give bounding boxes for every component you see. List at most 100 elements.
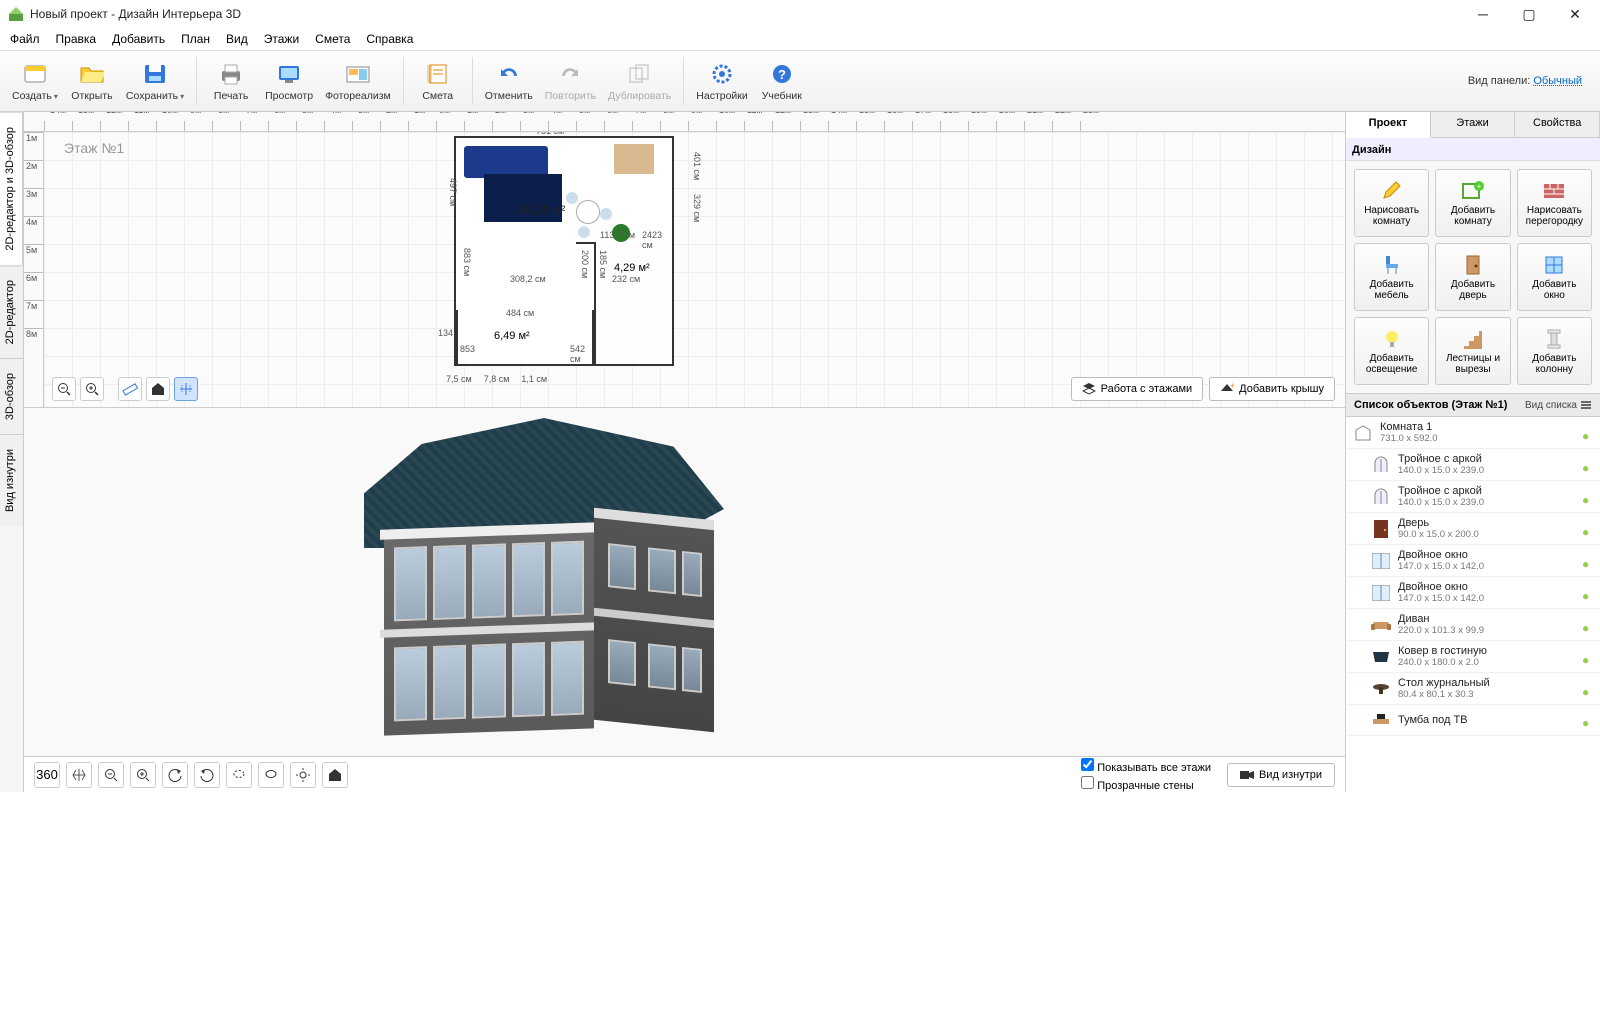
zoom-in-3d-icon[interactable] <box>130 762 156 788</box>
floorplan[interactable]: 38,34 м² 731 см 401 см 329 см 497 см 4,2… <box>454 136 674 366</box>
house-wall-side <box>594 508 714 733</box>
tool-bulb[interactable]: Добавитьосвещение <box>1354 317 1429 385</box>
save-button[interactable]: Сохранить▾ <box>120 53 190 109</box>
dim-left: 497 см <box>448 178 458 206</box>
preview-button[interactable]: Просмотр <box>259 53 319 109</box>
rotate-ccw-icon[interactable] <box>162 762 188 788</box>
visibility-icon[interactable]: ● <box>1582 621 1594 629</box>
window-title: Новый проект - Дизайн Интерьера 3D <box>30 7 1460 21</box>
photoreal-button[interactable]: Фотореализм <box>319 53 397 109</box>
tutorial-button[interactable]: ?Учебник <box>754 53 810 109</box>
menu-add[interactable]: Добавить <box>106 30 171 48</box>
side-tab-inside[interactable]: Вид изнутри <box>0 434 23 526</box>
home-3d-icon[interactable] <box>322 762 348 788</box>
object-item[interactable]: Ковер в гостиную240.0 x 180.0 x 2.0● <box>1346 641 1600 673</box>
canvas-2d[interactable]: 1м2м3м4м5м6м7м8м Этаж №1 38,34 м² 731 см… <box>24 132 1345 408</box>
object-item[interactable]: Двойное окно147.0 x 15.0 x 142.0● <box>1346 545 1600 577</box>
tool-window[interactable]: Добавитьокно <box>1517 243 1592 311</box>
object-list[interactable]: Комната 1731.0 x 592.0●Тройное с аркой14… <box>1346 417 1600 792</box>
ruler-vertical: 1м2м3м4м5м6м7м8м <box>24 132 44 407</box>
minimize-button[interactable]: ─ <box>1460 0 1506 28</box>
snap-icon[interactable] <box>174 377 198 401</box>
visibility-icon[interactable]: ● <box>1582 716 1594 724</box>
tool-column[interactable]: Добавитьколонну <box>1517 317 1592 385</box>
tool-add-room[interactable]: +Добавитькомнату <box>1435 169 1510 237</box>
tool-chair[interactable]: Добавитьмебель <box>1354 243 1429 311</box>
visibility-icon[interactable]: ● <box>1582 525 1594 533</box>
print-icon <box>215 60 247 88</box>
lasso2-icon[interactable] <box>258 762 284 788</box>
tool-pencil[interactable]: Нарисоватькомнату <box>1354 169 1429 237</box>
rotate-cw-icon[interactable] <box>194 762 220 788</box>
close-button[interactable]: ✕ <box>1552 0 1598 28</box>
fp-side-table[interactable] <box>614 144 654 174</box>
dim-right-top: 401 см <box>692 152 702 180</box>
panel-mode-link[interactable]: Обычный <box>1533 75 1582 87</box>
visibility-icon[interactable]: ● <box>1582 493 1594 501</box>
menu-estimate[interactable]: Смета <box>309 30 356 48</box>
object-item[interactable]: Диван220.0 x 101.3 x 99.9● <box>1346 609 1600 641</box>
ruler-icon[interactable] <box>118 377 142 401</box>
object-item[interactable]: Тумба под ТВ● <box>1346 705 1600 736</box>
visibility-icon[interactable]: ● <box>1582 685 1594 693</box>
side-tab-2d[interactable]: 2D-редактор <box>0 265 23 358</box>
object-item[interactable]: Двойное окно147.0 x 15.0 x 142.0● <box>1346 577 1600 609</box>
menu-floors[interactable]: Этажи <box>258 30 305 48</box>
view-list-toggle[interactable]: Вид списка <box>1525 399 1592 411</box>
visibility-icon[interactable]: ● <box>1582 557 1594 565</box>
pan-icon[interactable] <box>66 762 92 788</box>
estimate-button[interactable]: Смета <box>410 53 466 109</box>
sun-icon[interactable] <box>290 762 316 788</box>
transparent-walls-checkbox[interactable]: Прозрачные стены <box>1081 776 1211 792</box>
visibility-icon[interactable]: ● <box>1582 429 1594 437</box>
visibility-icon[interactable]: ● <box>1582 461 1594 469</box>
tab-properties[interactable]: Свойства <box>1515 112 1600 137</box>
visibility-icon[interactable]: ● <box>1582 589 1594 597</box>
zoom-out-3d-icon[interactable] <box>98 762 124 788</box>
work-with-floors-button[interactable]: Работа с этажами <box>1071 377 1204 401</box>
settings-button[interactable]: Настройки <box>690 53 754 109</box>
undo-button[interactable]: Отменить <box>479 53 539 109</box>
menu-file[interactable]: Файл <box>4 30 46 48</box>
open-button[interactable]: Открыть <box>64 53 120 109</box>
visibility-icon[interactable]: ● <box>1582 653 1594 661</box>
tool-wall[interactable]: Нарисоватьперегородку <box>1517 169 1592 237</box>
door-brown-icon <box>1370 518 1392 540</box>
object-item[interactable]: Тройное с аркой140.0 x 15.0 x 239.0● <box>1346 481 1600 513</box>
menu-help[interactable]: Справка <box>360 30 419 48</box>
create-button[interactable]: Создать▾ <box>6 53 64 109</box>
canvas-3d[interactable]: 360 Показывать все этажи Прозрачные стен… <box>24 408 1345 792</box>
side-tab-2d3d[interactable]: 2D-редактор и 3D-обзор <box>0 112 23 265</box>
zoom-in-icon[interactable] <box>80 377 104 401</box>
fp-chair[interactable] <box>566 192 578 204</box>
tool-door[interactable]: Добавитьдверь <box>1435 243 1510 311</box>
fp-balcony[interactable]: 6,49 м² 484 см 134 853 542 см <box>456 310 594 366</box>
fp-chair[interactable] <box>578 226 590 238</box>
menu-edit[interactable]: Правка <box>50 30 103 48</box>
view-inside-button[interactable]: Вид изнутри <box>1227 763 1335 787</box>
side-tab-3d[interactable]: 3D-обзор <box>0 358 23 434</box>
zoom-out-icon[interactable] <box>52 377 76 401</box>
object-item[interactable]: Тройное с аркой140.0 x 15.0 x 239.0● <box>1346 449 1600 481</box>
object-item[interactable]: Стол журнальный80.4 x 80.1 x 30.3● <box>1346 673 1600 705</box>
tool-stairs[interactable]: Лестницы ивырезы <box>1435 317 1510 385</box>
print-button[interactable]: Печать <box>203 53 259 109</box>
object-item[interactable]: Дверь90.0 x 15.0 x 200.0● <box>1346 513 1600 545</box>
menu-view[interactable]: Вид <box>220 30 254 48</box>
tab-floors[interactable]: Этажи <box>1431 112 1516 137</box>
lasso-icon[interactable] <box>226 762 252 788</box>
menu-plan[interactable]: План <box>175 30 216 48</box>
house-3d[interactable] <box>384 418 764 738</box>
fp-chair[interactable] <box>600 208 612 220</box>
orbit-icon[interactable]: 360 <box>34 762 60 788</box>
list-icon <box>1580 399 1592 411</box>
add-roof-button[interactable]: + Добавить крышу <box>1209 377 1335 401</box>
home-icon[interactable] <box>146 377 170 401</box>
maximize-button[interactable]: ▢ <box>1506 0 1552 28</box>
fp-round-table[interactable] <box>576 200 600 224</box>
show-all-floors-checkbox[interactable]: Показывать все этажи <box>1081 758 1211 774</box>
room-icon <box>1352 422 1374 444</box>
object-item[interactable]: Комната 1731.0 x 592.0● <box>1346 417 1600 449</box>
photoreal-icon <box>342 60 374 88</box>
tab-project[interactable]: Проект <box>1346 112 1431 138</box>
